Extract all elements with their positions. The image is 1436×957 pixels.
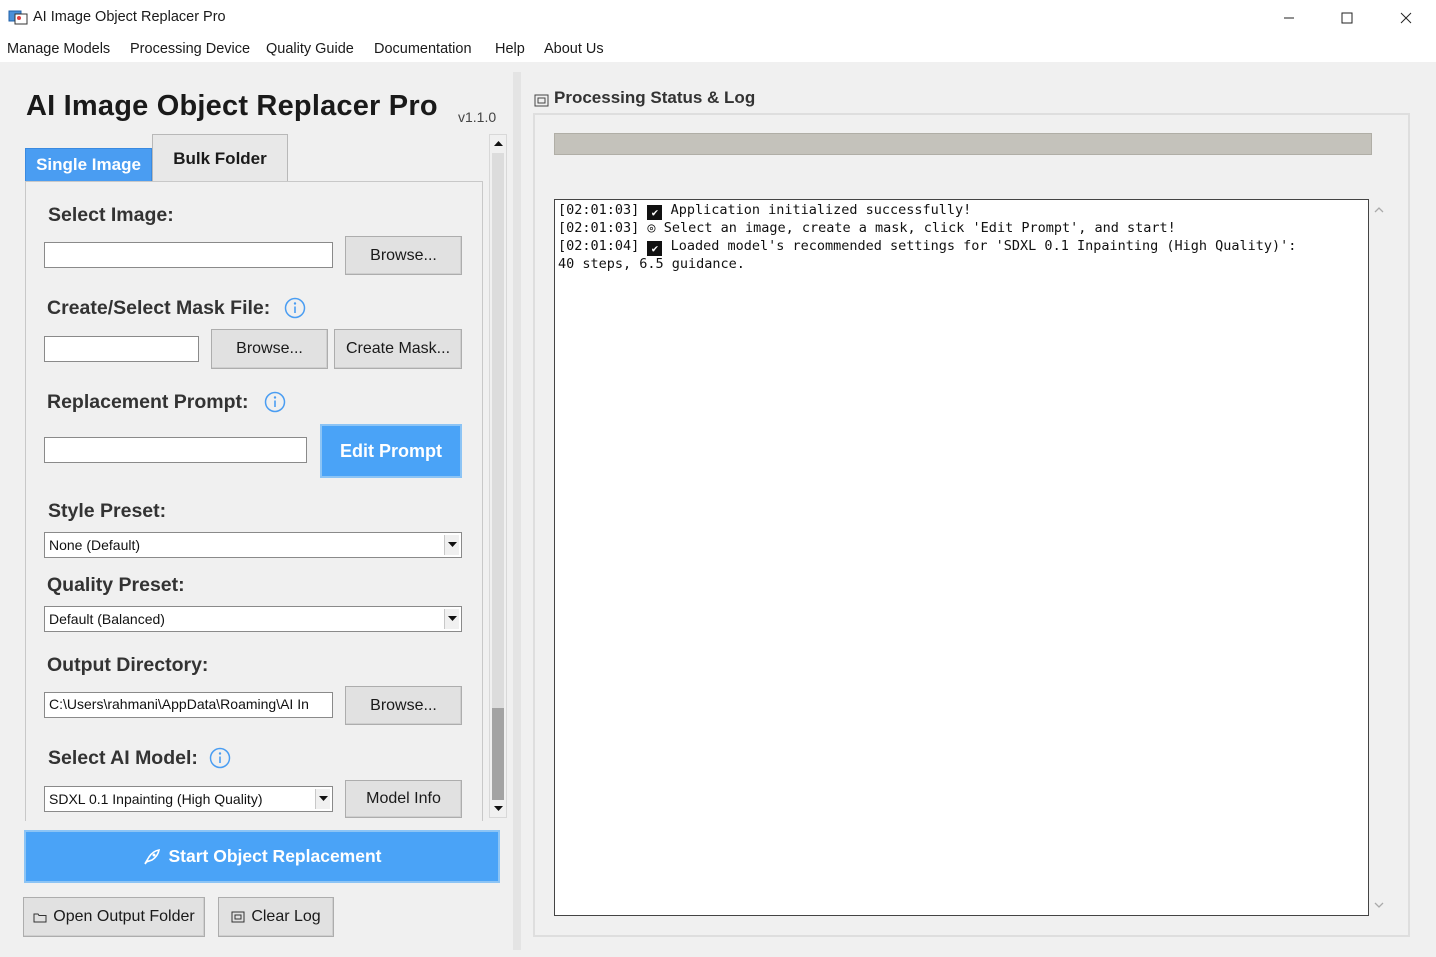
model-select-value: SDXL 0.1 Inpainting (High Quality) bbox=[49, 791, 263, 807]
panel-splitter[interactable] bbox=[513, 72, 521, 950]
output-browse-button[interactable]: Browse... bbox=[345, 686, 462, 725]
mask-info-icon[interactable] bbox=[284, 297, 306, 319]
model-info-button[interactable]: Model Info bbox=[345, 780, 462, 818]
log-line: 40 steps, 6.5 guidance. bbox=[558, 256, 1365, 274]
status-title: Processing Status & Log bbox=[554, 88, 756, 107]
rocket-icon bbox=[143, 848, 160, 864]
chevron-down-icon[interactable] bbox=[315, 789, 330, 809]
style-preset-label: Style Preset: bbox=[48, 500, 167, 522]
menu-help[interactable]: Help bbox=[495, 41, 525, 57]
maximize-button[interactable] bbox=[1318, 0, 1376, 36]
create-mask-button[interactable]: Create Mask... bbox=[334, 329, 462, 369]
start-replacement-button[interactable]: Start Object Replacement bbox=[24, 830, 500, 883]
log-message: Select an image, create a mask, click 'E… bbox=[663, 220, 1176, 236]
tab-single-image[interactable]: Single Image bbox=[25, 148, 152, 182]
mask-file-label: Create/Select Mask File: bbox=[47, 297, 271, 319]
model-info-icon[interactable] bbox=[209, 747, 231, 769]
prompt-input[interactable] bbox=[44, 437, 307, 463]
clear-log-button[interactable]: Clear Log bbox=[218, 897, 334, 937]
title-bar: AI Image Object Replacer Pro bbox=[0, 0, 1436, 36]
menu-quality-guide[interactable]: Quality Guide bbox=[266, 41, 354, 57]
log-textarea[interactable]: [02:01:03] ✔ Application initialized suc… bbox=[554, 199, 1369, 916]
prompt-info-icon[interactable] bbox=[264, 391, 286, 413]
log-scroll-up-icon[interactable] bbox=[1373, 205, 1385, 215]
output-directory-label: Output Directory: bbox=[47, 654, 209, 676]
open-output-folder-label: Open Output Folder bbox=[53, 908, 195, 925]
menu-bar: Manage Models Processing Device Quality … bbox=[0, 36, 1436, 62]
log-scroll-down-icon[interactable] bbox=[1373, 900, 1385, 910]
quality-preset-label: Quality Preset: bbox=[47, 574, 185, 596]
menu-processing-device[interactable]: Processing Device bbox=[130, 41, 250, 57]
scroll-up-arrow[interactable] bbox=[490, 135, 506, 152]
chevron-down-icon[interactable] bbox=[444, 535, 459, 555]
page-title: AI Image Object Replacer Pro bbox=[26, 90, 438, 122]
progress-bar bbox=[554, 133, 1372, 155]
clear-log-label: Clear Log bbox=[251, 908, 321, 925]
log-message: Application initialized successfully! bbox=[670, 202, 972, 218]
log-timestamp: [02:01:03] bbox=[558, 220, 640, 236]
tab-bulk-folder[interactable]: Bulk Folder bbox=[152, 134, 288, 182]
quality-preset-select[interactable]: Default (Balanced) bbox=[44, 606, 462, 632]
target-icon: ◎ bbox=[647, 220, 656, 236]
clear-icon bbox=[231, 911, 245, 923]
app-icon bbox=[8, 10, 28, 25]
maximize-icon bbox=[1341, 12, 1353, 24]
minimize-button[interactable] bbox=[1260, 0, 1318, 36]
style-preset-value: None (Default) bbox=[49, 537, 141, 553]
menu-about-us[interactable]: About Us bbox=[544, 41, 604, 57]
close-button[interactable] bbox=[1377, 0, 1435, 36]
log-message: 40 steps, 6.5 guidance. bbox=[558, 255, 745, 272]
version-label: v1.1.0 bbox=[458, 109, 497, 125]
quality-preset-value: Default (Balanced) bbox=[49, 611, 165, 627]
minimize-icon bbox=[1284, 17, 1294, 19]
close-icon bbox=[1400, 12, 1412, 24]
select-image-label: Select Image: bbox=[48, 204, 174, 226]
image-browse-button[interactable]: Browse... bbox=[345, 236, 462, 275]
output-directory-input[interactable]: C:\Users\rahmani\AppData\Roaming\AI In bbox=[44, 692, 333, 718]
replacement-prompt-label: Replacement Prompt: bbox=[47, 391, 249, 413]
check-icon: ✔ bbox=[647, 205, 663, 220]
style-preset-select[interactable]: None (Default) bbox=[44, 532, 462, 558]
chevron-down-icon[interactable] bbox=[444, 609, 459, 629]
model-select[interactable]: SDXL 0.1 Inpainting (High Quality) bbox=[44, 786, 333, 812]
log-timestamp: [02:01:04] bbox=[558, 237, 640, 254]
form-scrollbar[interactable] bbox=[489, 134, 507, 818]
log-line: [02:01:03] ✔ Application initialized suc… bbox=[558, 202, 1365, 220]
log-message: Loaded model's recommended settings for … bbox=[670, 237, 1297, 254]
log-line: [02:01:04] ✔ Loaded model's recommended … bbox=[558, 238, 1365, 256]
open-output-folder-button[interactable]: Open Output Folder bbox=[23, 897, 205, 937]
mask-path-input[interactable] bbox=[44, 336, 199, 362]
start-replacement-label: Start Object Replacement bbox=[168, 846, 382, 866]
mask-browse-button[interactable]: Browse... bbox=[211, 329, 328, 369]
log-line: [02:01:03] ◎ Select an image, create a m… bbox=[558, 220, 1365, 238]
menu-manage-models[interactable]: Manage Models bbox=[7, 41, 110, 57]
image-path-input[interactable] bbox=[44, 242, 333, 268]
scroll-down-arrow[interactable] bbox=[490, 800, 506, 817]
folder-icon bbox=[33, 913, 47, 923]
menu-documentation[interactable]: Documentation bbox=[374, 41, 472, 57]
log-timestamp: [02:01:03] bbox=[558, 202, 640, 218]
log-icon bbox=[534, 94, 549, 107]
edit-prompt-button[interactable]: Edit Prompt bbox=[320, 424, 462, 478]
scroll-thumb[interactable] bbox=[492, 708, 504, 802]
check-icon: ✔ bbox=[647, 240, 663, 256]
window-title: AI Image Object Replacer Pro bbox=[33, 9, 226, 25]
select-model-label: Select AI Model: bbox=[48, 747, 198, 769]
